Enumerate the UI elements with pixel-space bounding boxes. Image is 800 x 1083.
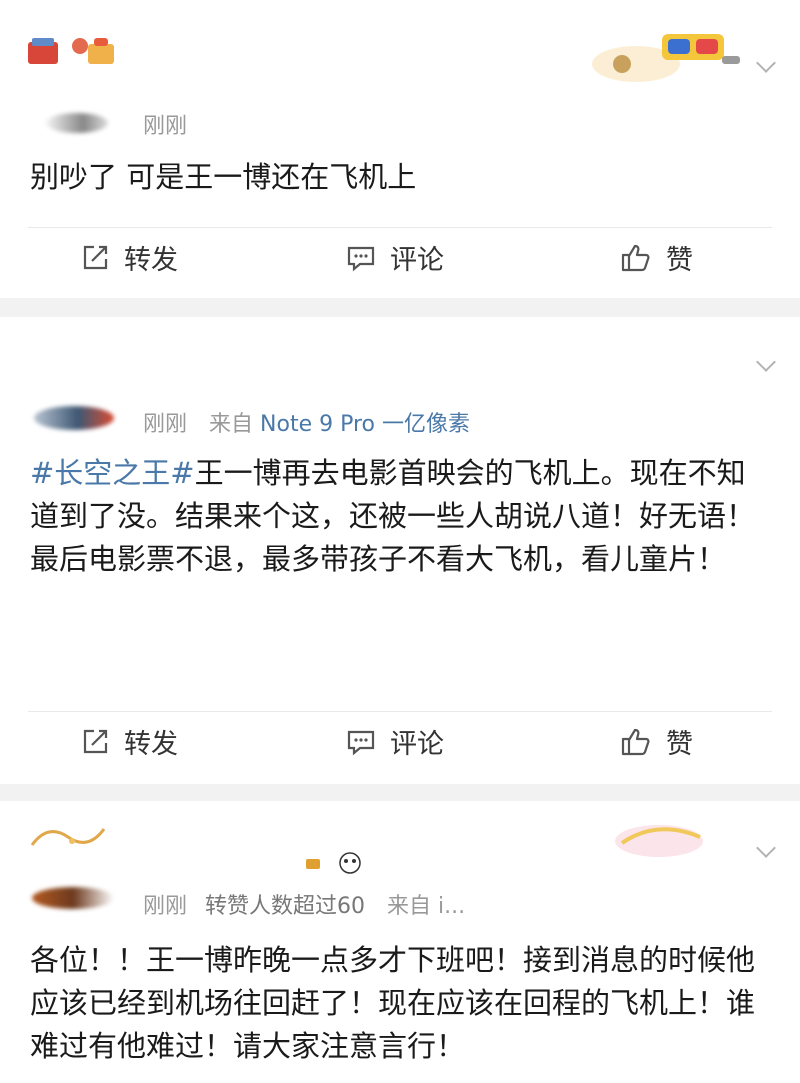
post-source-link[interactable]: Note 9 Pro 一亿像素 [260,412,470,437]
source-prefix: 来自 [209,412,254,437]
post-actions: 转发 评论 赞 [0,722,800,772]
post-source-link[interactable]: i... [438,894,465,919]
repost-label: 转发 [124,245,178,276]
decorative-3d-glasses-badge [590,26,745,84]
post-card-3: 刚刚 转赞人数超过60 来自 i... 各位！！王一博昨晚一点多才下班吧！接到消… [0,801,800,1083]
avatar[interactable] [34,406,114,430]
comment-button[interactable]: 评论 [346,238,444,277]
like-button[interactable]: 赞 [620,238,693,277]
like-label: 赞 [666,729,693,760]
decorative-badge [612,815,707,863]
divider [28,227,772,228]
divider [28,711,772,712]
post-time: 刚刚 [143,412,188,437]
avatar[interactable] [32,887,114,909]
chevron-down-icon[interactable] [756,355,774,373]
post-meta: 刚刚 来自 Note 9 Pro 一亿像素 [143,406,470,438]
post-actions: 转发 评论 赞 [0,238,800,288]
post-time: 刚刚 [143,114,188,139]
chevron-down-icon[interactable] [756,841,774,859]
post-text: 各位！！王一博昨晚一点多才下班吧！接到消息的时候他应该已经到机场往回赶了！现在应… [30,943,756,1063]
decorative-cinema-icon [26,32,116,66]
like-icon [621,244,650,271]
like-label: 赞 [666,245,693,276]
post-text: #长空之王#王一博再去电影首映会的飞机上。现在不知道到了没。结果来个这，还被一些… [30,452,762,581]
post-text: 别吵了 可是王一博还在飞机上 [30,160,417,194]
comment-button[interactable]: 评论 [346,722,444,761]
decorative-emoji-icon [288,851,368,875]
repost-label: 转发 [124,729,178,760]
source-prefix: 来自 [387,894,432,919]
comment-icon [347,730,375,755]
like-icon [621,728,650,755]
decorative-sparkle-icon [28,819,108,853]
post-time: 刚刚 [143,894,188,919]
repost-icon [83,245,108,269]
repost-button[interactable]: 转发 [80,238,178,277]
avatar[interactable] [46,113,108,133]
post-card-1: 刚刚 别吵了 可是王一博还在飞机上 转发 评论 赞 [0,0,800,298]
comment-icon [347,246,375,271]
comment-label: 评论 [390,729,444,760]
post-stat: 转赞人数超过60 [205,894,366,919]
topic-link[interactable]: #长空之王# [30,456,195,490]
post-meta: 刚刚 转赞人数超过60 来自 i... [143,888,465,920]
chevron-down-icon[interactable] [756,56,774,74]
like-button[interactable]: 赞 [620,722,693,761]
repost-button[interactable]: 转发 [80,722,178,761]
repost-icon [83,729,108,753]
post-card-2: 刚刚 来自 Note 9 Pro 一亿像素 #长空之王#王一博再去电影首映会的飞… [0,317,800,784]
post-text-line2: 最后电影票不退，最多带孩子不看大飞机，看儿童片！ [30,542,727,576]
comment-label: 评论 [390,245,444,276]
